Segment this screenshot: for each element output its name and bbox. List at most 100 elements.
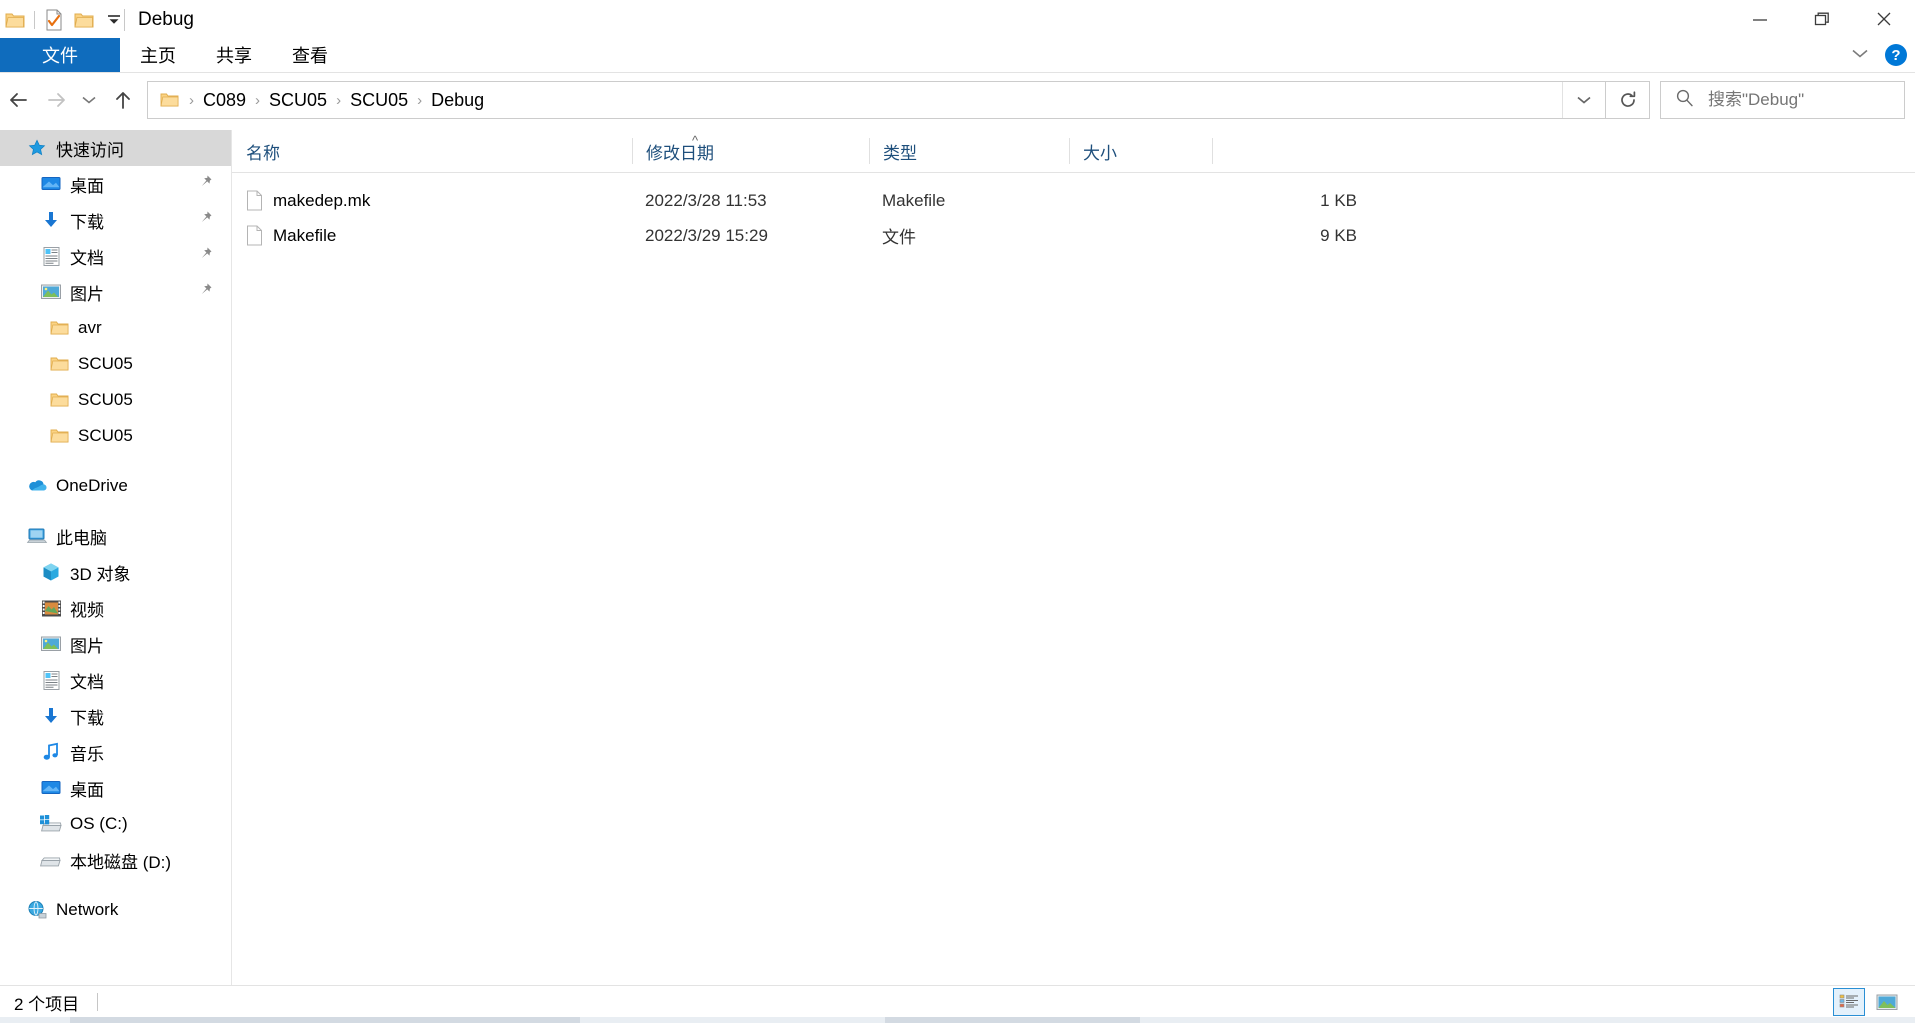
column-header-type[interactable]: 类型 bbox=[869, 130, 1069, 172]
breadcrumb-item-scu05-1[interactable]: SCU05 bbox=[261, 90, 335, 111]
sidebar-item-3d-objects[interactable]: 3D 对象 bbox=[0, 554, 231, 590]
refresh-button[interactable] bbox=[1606, 81, 1650, 119]
sidebar-item-os-c[interactable]: OS (C:) bbox=[0, 806, 231, 842]
sidebar-item-label: Network bbox=[56, 900, 119, 919]
sidebar-item-network[interactable]: Network bbox=[0, 892, 231, 928]
ribbon-right-controls: ? bbox=[1849, 38, 1907, 72]
sidebar-item-label: 此电脑 bbox=[56, 528, 107, 548]
details-view-button[interactable] bbox=[1833, 988, 1865, 1016]
address-bar[interactable]: › C089 › SCU05 › SCU05 › Debug bbox=[147, 81, 1606, 119]
sidebar-item-scu05-1[interactable]: SCU05 bbox=[0, 346, 231, 382]
sidebar-item-videos[interactable]: 视频 bbox=[0, 590, 231, 626]
music-icon bbox=[38, 741, 64, 763]
navigation-pane: 快速访问 桌面 下载 文档 图片 avr SCU05 SCU05 SCU05 O… bbox=[0, 130, 231, 985]
file-type-cell: 文件 bbox=[882, 228, 916, 247]
breadcrumb-item-c089[interactable]: C089 bbox=[195, 90, 254, 111]
sidebar-item-label: 下载 bbox=[70, 708, 104, 728]
recent-locations-chevron-down-icon[interactable] bbox=[74, 78, 104, 122]
sidebar-item-avr[interactable]: avr bbox=[0, 310, 231, 346]
sidebar-item-scu05-3[interactable]: SCU05 bbox=[0, 418, 231, 454]
tab-file[interactable]: 文件 bbox=[0, 38, 120, 72]
minimize-button[interactable] bbox=[1729, 0, 1791, 38]
sidebar-item-music[interactable]: 音乐 bbox=[0, 734, 231, 770]
ribbon-expand-chevron-down-icon[interactable] bbox=[1849, 46, 1871, 65]
table-row[interactable]: Makefile 2022/3/29 15:29 文件 9 KB bbox=[232, 219, 1915, 252]
folder-icon bbox=[46, 353, 72, 375]
tab-share[interactable]: 共享 bbox=[196, 38, 272, 72]
breadcrumb-item-debug[interactable]: Debug bbox=[423, 90, 492, 111]
title-bar: Debug bbox=[0, 0, 1915, 40]
sidebar-item-downloads-pc[interactable]: 下载 bbox=[0, 698, 231, 734]
sidebar-item-label: 文档 bbox=[70, 248, 104, 268]
sidebar-item-scu05-2[interactable]: SCU05 bbox=[0, 382, 231, 418]
list-top-spacer bbox=[232, 173, 1915, 184]
column-header-name[interactable]: 名称 bbox=[232, 130, 632, 172]
file-type-cell: Makefile bbox=[882, 190, 946, 210]
drive-icon bbox=[38, 849, 64, 871]
maximize-restore-button[interactable] bbox=[1791, 0, 1853, 38]
breadcrumb-item-scu05-2[interactable]: SCU05 bbox=[342, 90, 416, 111]
folder-icon[interactable] bbox=[0, 3, 30, 37]
pin-icon[interactable] bbox=[198, 210, 213, 230]
pin-icon[interactable] bbox=[198, 282, 213, 302]
this-pc-icon bbox=[24, 525, 50, 547]
sidebar-item-this-pc[interactable]: 此电脑 bbox=[0, 518, 231, 554]
status-bar: 2 个项目 bbox=[0, 985, 1915, 1018]
sidebar-item-label: 图片 bbox=[70, 284, 104, 304]
table-row[interactable]: makedep.mk 2022/3/28 11:53 Makefile 1 KB bbox=[232, 184, 1915, 217]
3d-objects-icon bbox=[38, 561, 64, 583]
sidebar-item-label: 3D 对象 bbox=[70, 564, 131, 584]
properties-icon[interactable] bbox=[39, 3, 69, 37]
breadcrumb-folder-icon[interactable] bbox=[156, 89, 182, 111]
ribbon-tab-bar: 文件 主页 共享 查看 ? bbox=[0, 38, 1915, 72]
address-history-chevron-down-icon[interactable] bbox=[1562, 82, 1605, 118]
qat-separator bbox=[34, 11, 35, 29]
breadcrumb-separator[interactable]: › bbox=[254, 92, 261, 109]
new-folder-icon[interactable] bbox=[69, 3, 99, 37]
help-button[interactable]: ? bbox=[1885, 44, 1907, 66]
view-mode-buttons bbox=[1833, 988, 1903, 1016]
file-size-cell: 9 KB bbox=[1320, 225, 1357, 245]
sidebar-item-pictures[interactable]: 图片 bbox=[0, 274, 231, 310]
file-list-pane: ^ 名称 修改日期 类型 大小 makedep.mk 2022/3/28 11:… bbox=[232, 130, 1915, 985]
up-button[interactable] bbox=[104, 78, 141, 122]
search-input[interactable] bbox=[1706, 89, 1890, 111]
sidebar-item-label: 文档 bbox=[70, 672, 104, 692]
column-header-size[interactable]: 大小 bbox=[1069, 130, 1212, 172]
breadcrumb-separator[interactable]: › bbox=[416, 92, 423, 109]
folder-icon bbox=[46, 389, 72, 411]
pin-icon[interactable] bbox=[198, 174, 213, 194]
search-box[interactable] bbox=[1660, 81, 1905, 119]
column-header-date-modified[interactable]: 修改日期 bbox=[632, 130, 869, 172]
breadcrumb-separator[interactable]: › bbox=[188, 92, 195, 109]
sidebar-item-downloads[interactable]: 下载 bbox=[0, 202, 231, 238]
sidebar-item-documents-pc[interactable]: 文档 bbox=[0, 662, 231, 698]
pin-icon[interactable] bbox=[198, 246, 213, 266]
item-count-label: 2 个项目 bbox=[14, 994, 80, 1014]
large-icons-view-button[interactable] bbox=[1871, 988, 1903, 1016]
taskbar-segment bbox=[70, 1017, 580, 1023]
tab-home[interactable]: 主页 bbox=[120, 38, 196, 72]
sidebar-item-pictures-pc[interactable]: 图片 bbox=[0, 626, 231, 662]
column-header-label: 大小 bbox=[1083, 143, 1117, 163]
sidebar-item-desktop[interactable]: 桌面 bbox=[0, 166, 231, 202]
sidebar-item-onedrive[interactable]: OneDrive bbox=[0, 468, 231, 504]
back-button[interactable] bbox=[0, 78, 37, 122]
documents-icon bbox=[38, 245, 64, 267]
star-icon bbox=[24, 137, 50, 159]
documents-icon bbox=[38, 669, 64, 691]
sidebar-item-quick-access[interactable]: 快速访问 bbox=[0, 130, 231, 166]
pictures-icon bbox=[38, 281, 64, 303]
sidebar-item-label: 桌面 bbox=[70, 780, 104, 800]
sidebar-item-local-disk-d[interactable]: 本地磁盘 (D:) bbox=[0, 842, 231, 878]
sidebar-item-documents[interactable]: 文档 bbox=[0, 238, 231, 274]
close-button[interactable] bbox=[1853, 0, 1915, 38]
column-separator[interactable] bbox=[1212, 138, 1213, 164]
breadcrumb-separator[interactable]: › bbox=[335, 92, 342, 109]
tab-view[interactable]: 查看 bbox=[272, 38, 348, 72]
forward-button[interactable] bbox=[37, 78, 74, 122]
taskbar-segment bbox=[885, 1017, 1140, 1023]
sidebar-item-desktop-pc[interactable]: 桌面 bbox=[0, 770, 231, 806]
